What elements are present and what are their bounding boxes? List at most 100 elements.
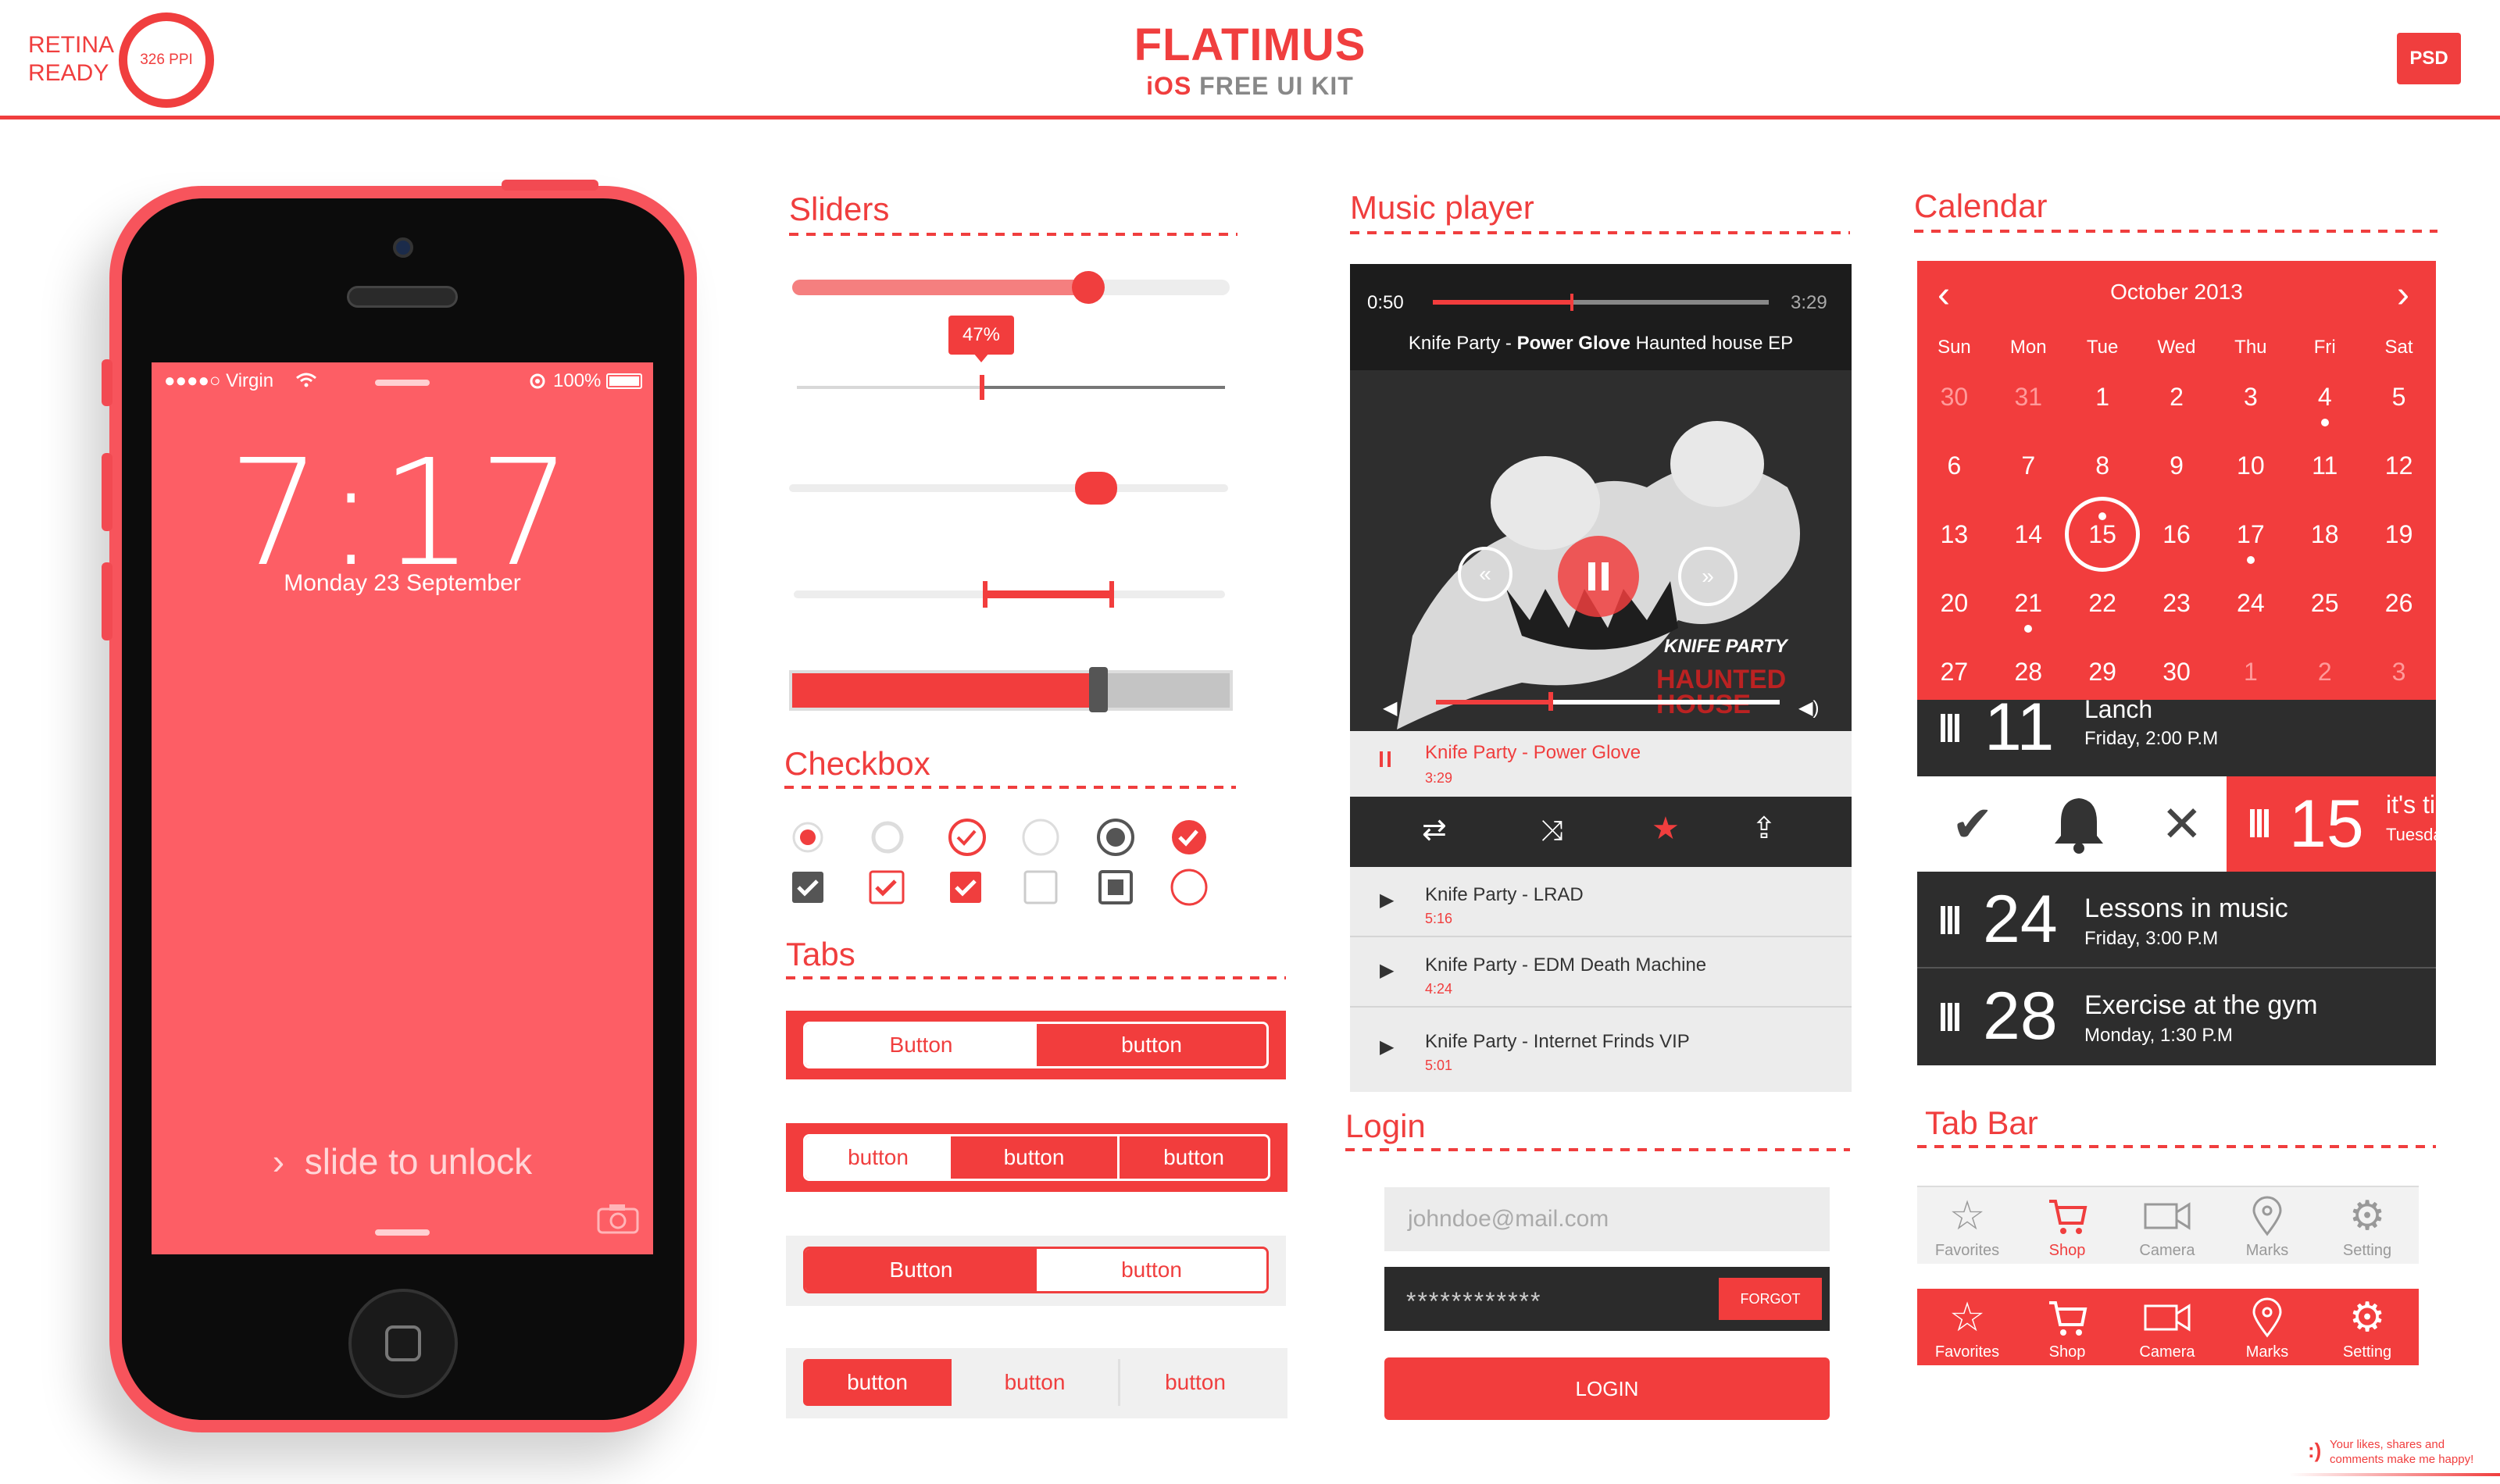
calendar-day[interactable]: 13 [1917,500,1991,569]
seg2-tab-3[interactable]: button [1120,1136,1268,1179]
seg2-tab-1[interactable]: button [805,1136,951,1179]
seg4-tab-2[interactable]: button [952,1359,1120,1406]
radio-empty[interactable] [871,821,904,854]
track-row[interactable]: ▶ Knife Party - EDM Death Machine 4:24 [1350,937,1852,1008]
pause-button[interactable] [1558,536,1639,617]
now-playing-row[interactable]: Knife Party - Power Glove 3:29 [1350,731,1852,797]
seg2-tab-2[interactable]: button [951,1136,1120,1179]
radio-red-dot[interactable] [792,822,823,853]
calendar-day[interactable]: 3 [2213,362,2288,431]
password-field[interactable]: ************ FORGOT [1384,1267,1830,1331]
tab-setting[interactable]: ⚙ Setting [2317,1195,2417,1260]
seg4-tab-1[interactable]: button [803,1359,952,1406]
calendar-day[interactable]: 24 [2213,569,2288,637]
calendar-day[interactable]: 28 [1991,637,2066,706]
event-row[interactable]: 28 Exercise at the gym Monday, 1:30 P.M [1917,969,2436,1065]
repeat-icon[interactable]: ⇄ [1422,812,1447,847]
seg4-tab-3[interactable]: button [1120,1359,1270,1406]
rewind-icon[interactable]: « [1458,547,1512,601]
calendar-day[interactable]: 20 [1917,569,1991,637]
drag-handle-icon[interactable] [1941,1003,1959,1031]
calendar-day[interactable]: 8 [2066,431,2140,500]
forgot-button[interactable]: FORGOT [1719,1278,1822,1320]
slider-4-knob-max[interactable] [1109,581,1114,608]
calendar-day[interactable]: 21 [1991,569,2066,637]
tab-shop[interactable]: Shop [2017,1297,2117,1361]
calendar-day[interactable]: 5 [2362,362,2436,431]
tab-favorites[interactable]: ☆ Favorites [1917,1195,2017,1260]
slider-2-knob[interactable] [980,375,984,400]
radio-gray-dot[interactable] [1097,819,1134,856]
slider-1-knob[interactable] [1072,271,1105,304]
seg1-tab-1[interactable]: Button [805,1024,1037,1066]
control-center-grabber[interactable] [375,1229,430,1236]
calendar-day[interactable]: 6 [1917,431,1991,500]
calendar-day[interactable]: 1 [2066,362,2140,431]
progress-thumb[interactable] [1570,294,1573,311]
next-month-icon[interactable]: › [2397,273,2409,316]
tab-marks[interactable]: Marks [2217,1195,2317,1260]
calendar-day[interactable]: 23 [2140,569,2214,637]
slide-to-unlock[interactable]: › slide to unlock [152,1140,653,1183]
calendar-day[interactable]: 17 [2213,500,2288,569]
calendar-day[interactable]: 31 [1991,362,2066,431]
calendar-day[interactable]: 4 [2288,362,2362,431]
event-row[interactable]: 11 Lanch Friday, 2:00 P.M [1917,700,2436,776]
star-icon[interactable]: ★ [1652,811,1680,847]
drag-handle-icon[interactable] [1941,714,1959,742]
checkbox-empty[interactable] [1023,870,1058,904]
checkbox-red-checked[interactable] [950,872,981,903]
calendar-day[interactable]: 1 [2213,637,2288,706]
tab-setting[interactable]: ⚙ Setting [2317,1297,2417,1361]
close-icon[interactable]: ✕ [2161,795,2203,854]
calendar-day[interactable]: 18 [2288,500,2362,569]
checkbox-dark-checked[interactable] [792,872,823,903]
drag-handle-icon[interactable] [1941,906,1959,934]
tab-favorites[interactable]: ☆ Favorites [1917,1297,2017,1361]
email-field[interactable]: johndoe@mail.com [1384,1187,1830,1251]
slider-3-track[interactable] [789,484,1228,492]
tab-camera[interactable]: Camera [2117,1297,2217,1361]
track-row[interactable]: ▶ Knife Party - LRAD 5:16 [1350,867,1852,937]
camera-icon[interactable] [597,1203,639,1234]
slider-5-knob[interactable] [1089,667,1108,712]
event-swiped-card[interactable]: 15 it's ti Tuesda [2227,776,2436,872]
fast-forward-icon[interactable]: » [1678,547,1738,606]
login-button[interactable]: LOGIN [1384,1357,1830,1420]
volume-track[interactable] [1553,700,1780,705]
radio-red-check[interactable] [1172,820,1206,854]
psd-download-button[interactable]: PSD [2397,33,2461,84]
track-row[interactable]: ▶ Knife Party - Internet Frinds VIP 5:01 [1350,1008,1852,1092]
notification-grabber[interactable] [375,380,430,386]
calendar-day[interactable]: 3 [2362,637,2436,706]
calendar-day[interactable]: 12 [2362,431,2436,500]
calendar-day[interactable]: 22 [2066,569,2140,637]
seg1-tab-2[interactable]: button [1037,1024,1266,1066]
tab-shop[interactable]: Shop [2017,1195,2117,1260]
bell-icon[interactable] [2052,795,2106,854]
checkbox-gray-filled[interactable] [1098,870,1133,904]
calendar-day[interactable]: 25 [2288,569,2362,637]
radio-outline-check[interactable] [948,819,986,856]
check-icon[interactable]: ✔ [1952,795,1994,854]
slider-4-knob-min[interactable] [983,581,988,608]
calendar-day[interactable]: 26 [2362,569,2436,637]
drag-handle-icon[interactable] [2250,809,2269,837]
seg3-tab-2[interactable]: button [1037,1249,1266,1291]
checkbox-outline-checked[interactable] [869,870,905,904]
calendar-day[interactable]: 2 [2140,362,2214,431]
calendar-day[interactable]: 10 [2213,431,2288,500]
calendar-day[interactable]: 14 [1991,500,2066,569]
calendar-day[interactable]: 11 [2288,431,2362,500]
calendar-day[interactable]: 9 [2140,431,2214,500]
calendar-day[interactable]: 16 [2140,500,2214,569]
share-icon[interactable]: ⇪ [1752,811,1777,846]
calendar-day[interactable]: 27 [1917,637,1991,706]
calendar-day[interactable]: 30 [2140,637,2214,706]
calendar-day[interactable]: 2 [2288,637,2362,706]
radio-red-outline[interactable] [1170,869,1208,906]
calendar-day[interactable]: 30 [1917,362,1991,431]
tab-marks[interactable]: Marks [2217,1297,2317,1361]
radio-empty-2[interactable] [1022,819,1059,856]
shuffle-icon[interactable]: ⤨ [1541,814,1563,847]
